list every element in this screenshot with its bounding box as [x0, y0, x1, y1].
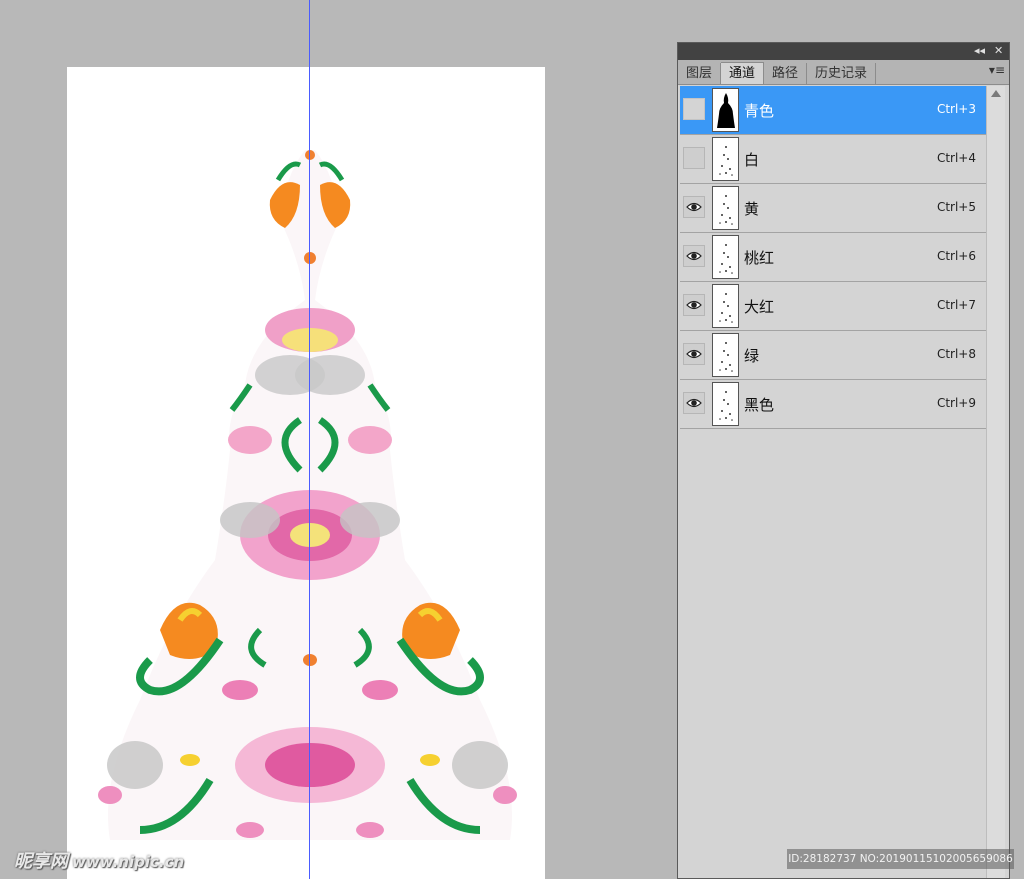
- eye-visibility-icon[interactable]: [683, 245, 705, 267]
- channel-name: 白: [744, 151, 760, 169]
- visibility-toggle-empty[interactable]: [683, 147, 705, 169]
- channel-shortcut: Ctrl+8: [936, 347, 976, 361]
- watermark-url: www.nipic.cn: [72, 853, 185, 871]
- tab-layers[interactable]: 图层: [678, 63, 722, 84]
- channel-name: 大红: [744, 298, 775, 316]
- close-panel-icon[interactable]: ✕: [994, 44, 1003, 58]
- eye-visibility-icon[interactable]: [683, 294, 705, 316]
- eye-visibility-icon[interactable]: [683, 343, 705, 365]
- channel-shortcut: Ctrl+7: [936, 298, 976, 312]
- channel-row[interactable]: 黄 Ctrl+5: [680, 184, 988, 233]
- channel-name: 绿: [744, 347, 760, 365]
- channel-row[interactable]: 青色 Ctrl+3: [680, 86, 988, 135]
- channel-row[interactable]: 桃红 Ctrl+6: [680, 233, 988, 282]
- channel-name: 黄: [744, 200, 760, 218]
- channel-thumbnail: [712, 284, 739, 328]
- channel-shortcut: Ctrl+6: [936, 249, 976, 263]
- eye-visibility-icon[interactable]: [683, 196, 705, 218]
- scroll-up-arrow-icon[interactable]: [991, 90, 1001, 97]
- channel-name: 桃红: [744, 249, 775, 267]
- channel-thumbnail: [712, 186, 739, 230]
- watermark-logo-text: 昵享网: [14, 851, 68, 872]
- nipic-watermark-logo: 昵享网 www.nipic.cn: [14, 847, 184, 873]
- tab-channels[interactable]: 通道: [721, 62, 765, 84]
- channel-row[interactable]: 黑色 Ctrl+9: [680, 380, 988, 429]
- tab-paths[interactable]: 路径: [764, 63, 808, 84]
- channel-name: 青色: [744, 102, 775, 120]
- panel-menu-icon[interactable]: ▾≡: [989, 63, 1005, 77]
- panel-tabs: 图层 通道 路径 历史记录 ▾≡: [678, 60, 1009, 85]
- channel-row[interactable]: 大红 Ctrl+7: [680, 282, 988, 331]
- channel-shortcut: Ctrl+4: [936, 151, 976, 165]
- channel-thumbnail: [712, 235, 739, 279]
- channel-thumbnail: [712, 137, 739, 181]
- channel-row[interactable]: 白 Ctrl+4: [680, 135, 988, 184]
- channel-shortcut: Ctrl+5: [936, 200, 976, 214]
- channel-thumbnail: [712, 382, 739, 426]
- panel-titlebar: ◂◂ ✕: [678, 43, 1009, 60]
- eye-visibility-icon[interactable]: [683, 392, 705, 414]
- channel-thumbnail: [712, 88, 739, 132]
- channel-row[interactable]: 绿 Ctrl+8: [680, 331, 988, 380]
- channel-list-scrollbar[interactable]: [986, 86, 1005, 878]
- vertical-guide-line[interactable]: [309, 0, 310, 879]
- channel-list: 青色 Ctrl+3 白 Ctrl+4 黄 Ctrl+5 桃红 Ctrl+6 大红 Ctrl+7 绿 C…: [680, 86, 988, 429]
- collapse-panel-icon[interactable]: ◂◂: [974, 44, 985, 58]
- channels-panel: ◂◂ ✕ 图层 通道 路径 历史记录 ▾≡ 青色 Ctrl+3 白 Ctrl+4 黄 Ct…: [677, 42, 1010, 879]
- image-id-watermark: ID:28182737 NO:20190115102005659086: [787, 849, 1014, 869]
- channel-shortcut: Ctrl+3: [936, 102, 976, 116]
- channel-thumbnail: [712, 333, 739, 377]
- channel-name: 黑色: [744, 396, 775, 414]
- channel-shortcut: Ctrl+9: [936, 396, 976, 410]
- tab-history[interactable]: 历史记录: [807, 63, 877, 84]
- visibility-toggle-empty[interactable]: [683, 98, 705, 120]
